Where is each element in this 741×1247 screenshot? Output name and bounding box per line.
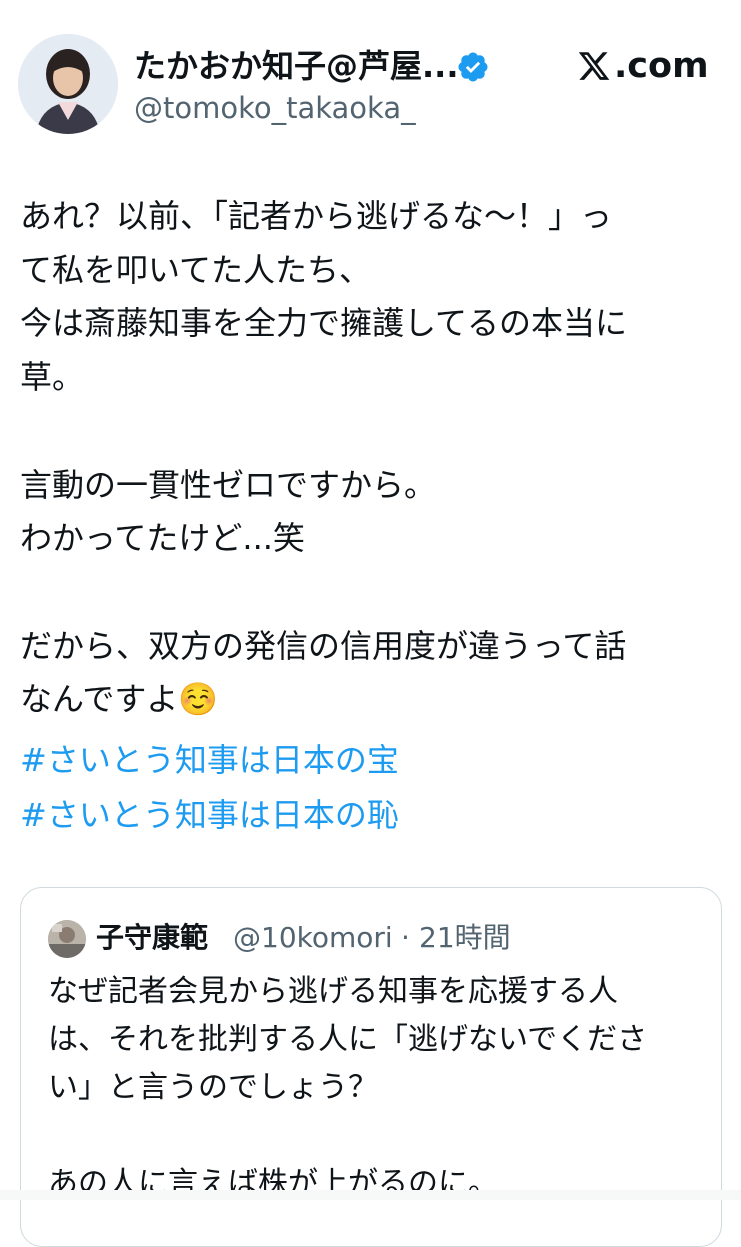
author-avatar[interactable]	[18, 34, 118, 134]
brand-link[interactable]: .com	[576, 42, 709, 90]
quoted-author-name[interactable]: 子守康範	[96, 916, 208, 960]
quoted-tweet-text: なぜ記者会見から逃げる知事を応援する人 は、それを批判する人に「逃げないでくださ…	[48, 974, 648, 1201]
hashtag-list: #さいとう知事は日本の宝 #さいとう知事は日本の恥	[20, 733, 399, 843]
author-display-name[interactable]: たかおか知子@芦屋...	[134, 42, 458, 90]
hashtag-link[interactable]: #さいとう知事は日本の恥	[20, 788, 399, 843]
quoted-author-handle[interactable]: @10komori	[233, 916, 393, 960]
brand-domain-label: .com	[614, 46, 709, 86]
author-handle[interactable]: @tomoko_takaoka_	[134, 88, 416, 128]
quoted-profile-photo	[48, 920, 86, 958]
bottom-bar	[0, 1190, 741, 1200]
tweet-text: あれ？以前、「記者から逃げるな〜！」っ て私を叩いてた人たち、 今は斎藤知事を全…	[20, 197, 628, 719]
quoted-timestamp[interactable]: 21時間	[419, 916, 511, 960]
quoted-separator: ·	[401, 921, 410, 954]
x-logo-icon	[578, 52, 610, 80]
quoted-author-avatar[interactable]	[48, 920, 86, 958]
hashtag-link[interactable]: #さいとう知事は日本の宝	[20, 733, 399, 788]
verified-badge-icon	[458, 52, 488, 82]
profile-photo	[18, 34, 118, 134]
